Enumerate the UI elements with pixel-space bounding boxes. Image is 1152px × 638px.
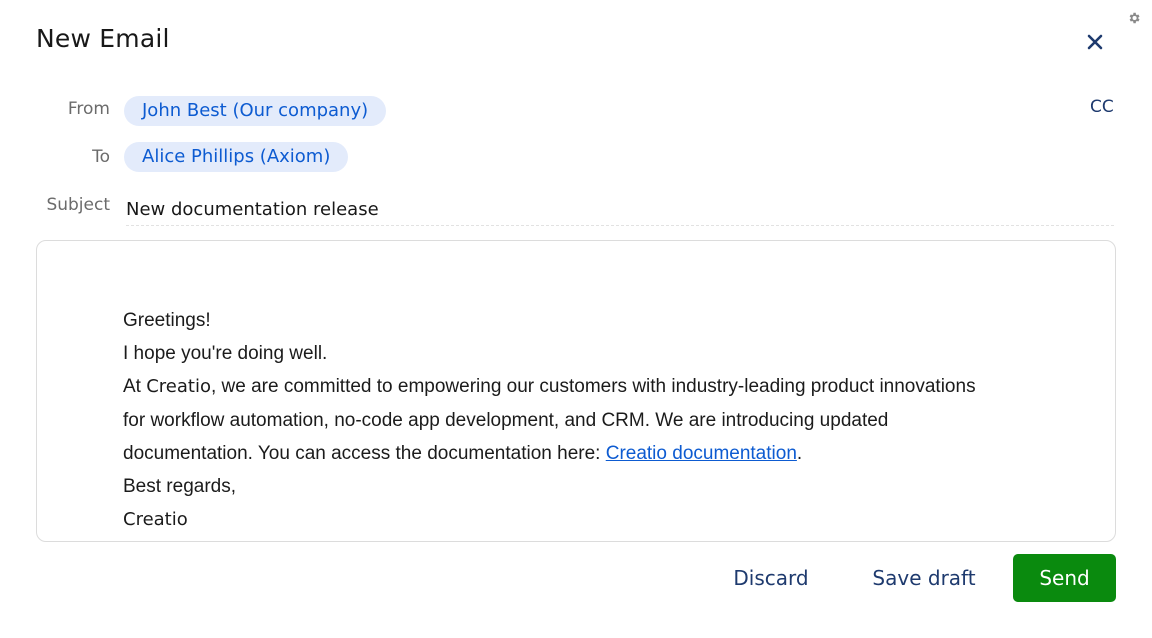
email-body-editor[interactable]: Greetings! I hope you're doing well. At … — [36, 240, 1116, 542]
body-line: I hope you're doing well. — [123, 343, 328, 365]
body-line: Best regards, — [123, 476, 236, 498]
from-label: From — [67, 99, 110, 119]
to-chip[interactable]: Alice Phillips (Axiom) — [124, 142, 349, 172]
dialog-title: New Email — [36, 24, 170, 53]
save-draft-button[interactable]: Save draft — [858, 554, 990, 602]
body-line: At Creatio, we are committed to empoweri… — [123, 376, 976, 398]
body-line: documentation. You can access the docume… — [123, 442, 803, 464]
close-icon — [1087, 34, 1103, 50]
close-button[interactable] — [1083, 30, 1107, 54]
body-line: Creatio — [123, 509, 188, 531]
subject-input[interactable] — [126, 190, 1114, 226]
documentation-link[interactable]: Creatio documentation — [606, 443, 797, 464]
brand-name: Creatio — [146, 376, 211, 398]
email-body: Greetings! I hope you're doing well. At … — [123, 304, 1023, 536]
subject-label: Subject — [46, 195, 110, 215]
body-line: Greetings! — [123, 310, 211, 331]
gear-icon[interactable] — [1127, 11, 1141, 25]
body-line: for workflow automation, no-code app dev… — [123, 409, 889, 431]
send-button[interactable]: Send — [1013, 554, 1116, 602]
to-label: To — [92, 147, 110, 167]
new-email-dialog: New Email From John Best (Our company) C… — [0, 0, 1152, 638]
discard-button[interactable]: Discard — [716, 554, 826, 602]
from-chip[interactable]: John Best (Our company) — [124, 96, 387, 126]
cc-link[interactable]: CC — [1090, 97, 1114, 117]
